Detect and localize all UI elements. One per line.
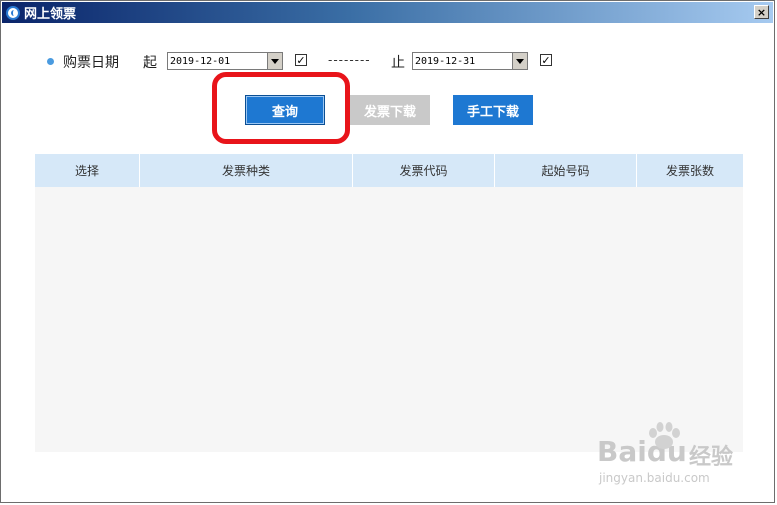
chevron-down-icon[interactable] xyxy=(267,53,282,69)
column-header-select[interactable]: 选择 xyxy=(35,154,140,187)
watermark: Baidu 经验 jingyan.baidu.com xyxy=(597,421,747,491)
watermark-brand-prefix: Bai xyxy=(597,435,647,468)
invoice-table: 选择 发票种类 发票代码 起始号码 发票张数 xyxy=(35,154,743,452)
highlight-annotation xyxy=(212,72,350,144)
start-label: 起 xyxy=(143,55,157,71)
app-icon xyxy=(6,5,20,20)
start-date-value: 2019-12-01 xyxy=(170,55,231,67)
table-header: 选择 发票种类 发票代码 起始号码 发票张数 xyxy=(35,154,743,187)
chevron-down-icon[interactable] xyxy=(512,53,527,69)
end-date-picker[interactable]: 2019-12-31 xyxy=(412,52,528,70)
end-label: 止 xyxy=(391,55,405,71)
invoice-download-button[interactable]: 发票下载 xyxy=(350,95,430,125)
watermark-text: 经验 xyxy=(689,445,734,470)
start-date-picker[interactable]: 2019-12-01 xyxy=(167,52,283,70)
start-date-checkbox[interactable]: ✓ xyxy=(295,54,307,66)
column-header-invoice-code[interactable]: 发票代码 xyxy=(353,154,495,187)
end-date-checkbox[interactable]: ✓ xyxy=(540,54,552,66)
dialog-window: 网上领票 × 购票日期 起 2019-12-01 ✓ -------- 止 20… xyxy=(0,0,775,503)
manual-download-button[interactable]: 手工下载 xyxy=(453,95,533,125)
title-bar[interactable]: 网上领票 × xyxy=(2,2,773,23)
date-separator: -------- xyxy=(328,53,371,67)
purchase-date-label: 购票日期 xyxy=(63,55,119,71)
column-header-start-number[interactable]: 起始号码 xyxy=(495,154,637,187)
column-header-invoice-count[interactable]: 发票张数 xyxy=(637,154,743,187)
end-date-value: 2019-12-31 xyxy=(415,55,476,67)
window-title: 网上领票 xyxy=(24,7,77,22)
paw-icon xyxy=(649,422,680,449)
watermark-url: jingyan.baidu.com xyxy=(599,471,710,485)
column-header-invoice-type[interactable]: 发票种类 xyxy=(140,154,353,187)
close-button[interactable]: × xyxy=(754,5,769,19)
bullet-icon xyxy=(47,58,54,65)
